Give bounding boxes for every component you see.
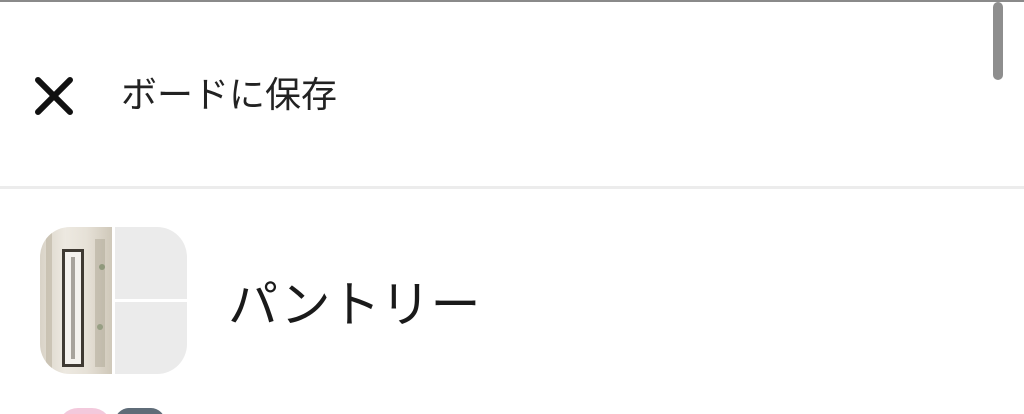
scrollbar-thumb[interactable]	[993, 2, 1003, 80]
board-thumbnail-partial[interactable]	[40, 404, 187, 414]
board-thumbnail-placeholder	[115, 227, 187, 299]
board-cover-image	[40, 227, 112, 374]
header-divider	[0, 186, 1024, 189]
board-thumbnail	[40, 227, 187, 374]
dialog-title: ボードに保存	[121, 75, 338, 116]
board-item-pantry[interactable]: パントリー	[0, 212, 1024, 392]
dialog-header: ボードに保存	[0, 2, 1024, 187]
close-button[interactable]	[22, 64, 86, 128]
board-cover-image	[58, 408, 112, 414]
save-to-board-dialog: ボードに保存 パントリー	[0, 0, 1024, 414]
board-name: パントリー	[228, 276, 481, 334]
board-cover-image	[115, 408, 165, 414]
close-icon	[35, 77, 73, 115]
board-thumbnail-placeholder	[115, 302, 187, 374]
